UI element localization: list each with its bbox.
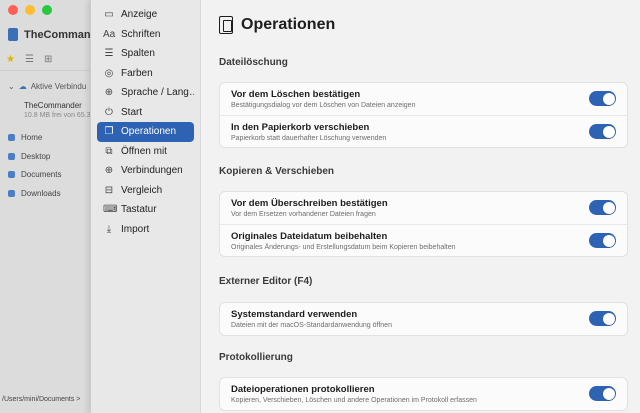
sidebar-item-compare[interactable]: ⊟ Vergleich bbox=[97, 181, 194, 201]
sidebar-item-keyboard[interactable]: ⌨ Tastatur bbox=[97, 200, 194, 220]
section-title: Dateilöschung bbox=[219, 57, 288, 68]
sidebar-item-label: Tastatur bbox=[121, 204, 157, 216]
zoom-window-button[interactable] bbox=[42, 5, 52, 15]
columns-icon: ☰ bbox=[104, 48, 114, 60]
volume-detail: 10.8 MB frei von 65.3 bbox=[24, 112, 91, 119]
folder-add-icon[interactable]: ⊞ bbox=[44, 54, 52, 65]
setting-description: Bestätigungsdialog vor dem Löschen von D… bbox=[231, 102, 416, 109]
background-toolbar: ★ ☰ ⊞ bbox=[6, 54, 52, 65]
toggle-switch[interactable] bbox=[589, 386, 616, 401]
sidebar-item-connections[interactable]: ⊕ Verbindungen bbox=[97, 161, 194, 181]
settings-window: ▭ Anzeige Aa Schriften ☰ Spalten ◎ Farben ⊕ Sprac… bbox=[90, 0, 640, 413]
background-nav-home[interactable]: Home bbox=[8, 133, 42, 142]
documents-icon bbox=[8, 171, 15, 178]
sidebar-item-label: Farben bbox=[121, 67, 153, 79]
sidebar-item-label: Vergleich bbox=[121, 184, 163, 196]
settings-card: Vor dem Löschen bestätigen Bestätigungsdi… bbox=[219, 82, 628, 148]
setting-label: Vor dem Überschreiben bestätigen bbox=[231, 198, 388, 209]
settings-card: Systemstandard verwenden Dateien mit der … bbox=[219, 302, 628, 336]
sidebar-item-label: Öffnen mit bbox=[121, 145, 167, 157]
background-nav-downloads[interactable]: Downloads bbox=[8, 189, 61, 198]
setting-description: Vor dem Ersetzen vorhandener Dateien fra… bbox=[231, 211, 376, 218]
list-icon[interactable]: ☰ bbox=[25, 54, 34, 65]
toggle-switch[interactable] bbox=[589, 233, 616, 248]
import-icon: ⤓ bbox=[106, 223, 112, 235]
sidebar-item-palette[interactable]: ◎ Farben bbox=[97, 64, 194, 84]
setting-row: Vor dem Überschreiben bestätigen Vor dem … bbox=[220, 192, 627, 224]
favorite-star-icon[interactable]: ★ bbox=[6, 54, 15, 65]
sidebar-item-import[interactable]: ⤓ Import bbox=[97, 220, 194, 240]
open-with-icon: ⧉ bbox=[105, 145, 113, 157]
window-controls bbox=[8, 5, 52, 15]
background-sidebar: TheCommande ★ ☰ ⊞ ⌄ ☁ Aktive Verbindu Th… bbox=[0, 0, 103, 413]
settings-card: Dateioperationen protokollieren Kopieren,… bbox=[219, 377, 628, 411]
page-header: Operationen bbox=[219, 16, 335, 34]
keyboard-icon: ⌨ bbox=[103, 204, 118, 216]
power-icon: ⏻ bbox=[105, 106, 113, 118]
toggle-switch[interactable] bbox=[589, 311, 616, 326]
toggle-switch[interactable] bbox=[589, 200, 616, 215]
background-nav-desktop[interactable]: Desktop bbox=[8, 152, 50, 161]
sidebar-item-label: Sprache / Lang… bbox=[121, 87, 194, 99]
divider bbox=[0, 70, 92, 71]
setting-row: Originales Dateidatum beibehalten Origina… bbox=[220, 224, 627, 256]
app-icon bbox=[8, 28, 18, 41]
display-icon: ▭ bbox=[104, 9, 114, 21]
palette-icon: ◎ bbox=[104, 67, 114, 79]
setting-row: Systemstandard verwenden Dateien mit der … bbox=[220, 303, 627, 335]
sidebar-item-label: Start bbox=[121, 106, 143, 118]
setting-label: In den Papierkorb verschieben bbox=[231, 122, 370, 133]
sidebar-item-globe[interactable]: ⊕ Sprache / Lang… bbox=[97, 83, 194, 103]
setting-row: In den Papierkorb verschieben Papierkorb … bbox=[220, 115, 627, 147]
setting-description: Originales Änderungs- und Erstellungsdat… bbox=[231, 244, 456, 251]
fonts-icon: Aa bbox=[103, 28, 116, 40]
operations-icon: ❐ bbox=[104, 126, 114, 138]
home-icon bbox=[8, 134, 15, 141]
section-title: Kopieren & Verschieben bbox=[219, 166, 335, 177]
setting-row: Vor dem Löschen bestätigen Bestätigungsdi… bbox=[220, 83, 627, 115]
setting-label: Systemstandard verwenden bbox=[231, 309, 358, 320]
sidebar-item-label: Anzeige bbox=[121, 9, 158, 21]
sidebar-item-label: Import bbox=[121, 223, 150, 235]
sidebar-item-power[interactable]: ⏻ Start bbox=[97, 103, 194, 123]
background-nav-documents[interactable]: Documents bbox=[8, 170, 61, 179]
settings-card: Vor dem Überschreiben bestätigen Vor dem … bbox=[219, 191, 628, 257]
minimize-window-button[interactable] bbox=[25, 5, 35, 15]
sidebar-item-open-with[interactable]: ⧉ Öffnen mit bbox=[97, 142, 194, 162]
setting-row: Dateioperationen protokollieren Kopieren,… bbox=[220, 378, 627, 410]
downloads-icon bbox=[8, 190, 15, 197]
setting-label: Dateioperationen protokollieren bbox=[231, 384, 375, 395]
sidebar-item-label: Operationen bbox=[121, 126, 177, 138]
desktop-icon bbox=[8, 153, 15, 160]
setting-label: Originales Dateidatum beibehalten bbox=[231, 231, 388, 242]
setting-description: Kopieren, Verschieben, Löschen und ander… bbox=[231, 397, 477, 404]
active-connections-group[interactable]: ⌄ ☁ Aktive Verbindu bbox=[8, 82, 86, 91]
globe-icon: ⊕ bbox=[104, 87, 114, 99]
cloud-icon: ☁ bbox=[18, 82, 27, 91]
section-title: Protokollierung bbox=[219, 352, 293, 363]
sidebar-item-label: Spalten bbox=[121, 48, 155, 60]
settings-sidebar: ▭ Anzeige Aa Schriften ☰ Spalten ◎ Farben ⊕ Sprac… bbox=[91, 0, 201, 413]
compare-icon: ⊟ bbox=[104, 184, 114, 196]
operations-icon bbox=[219, 16, 233, 34]
sidebar-item-label: Verbindungen bbox=[121, 165, 183, 177]
toggle-switch[interactable] bbox=[589, 124, 616, 139]
page-title: Operationen bbox=[241, 16, 336, 33]
toggle-switch[interactable] bbox=[589, 91, 616, 106]
connections-icon: ⊕ bbox=[104, 165, 114, 177]
sidebar-item-operations[interactable]: ❐ Operationen bbox=[97, 122, 194, 142]
volume-name[interactable]: TheCommander bbox=[24, 101, 82, 110]
setting-description: Dateien mit der macOS-Standardanwendung … bbox=[231, 322, 392, 329]
close-window-button[interactable] bbox=[8, 5, 18, 15]
path-bar[interactable]: /Users/mini/Documents > bbox=[2, 396, 80, 403]
sidebar-item-label: Schriften bbox=[121, 28, 161, 40]
section-title: Externer Editor (F4) bbox=[219, 276, 313, 287]
sidebar-item-columns[interactable]: ☰ Spalten bbox=[97, 44, 194, 64]
sidebar-item-fonts[interactable]: Aa Schriften bbox=[97, 25, 194, 45]
settings-content: Operationen Dateilöschung Vor dem Löschen… bbox=[202, 0, 640, 413]
setting-description: Papierkorb statt dauerhafter Löschung ve… bbox=[231, 135, 387, 142]
sidebar-item-display[interactable]: ▭ Anzeige bbox=[97, 5, 194, 25]
chevron-down-icon: ⌄ bbox=[8, 82, 15, 91]
setting-label: Vor dem Löschen bestätigen bbox=[231, 89, 361, 100]
